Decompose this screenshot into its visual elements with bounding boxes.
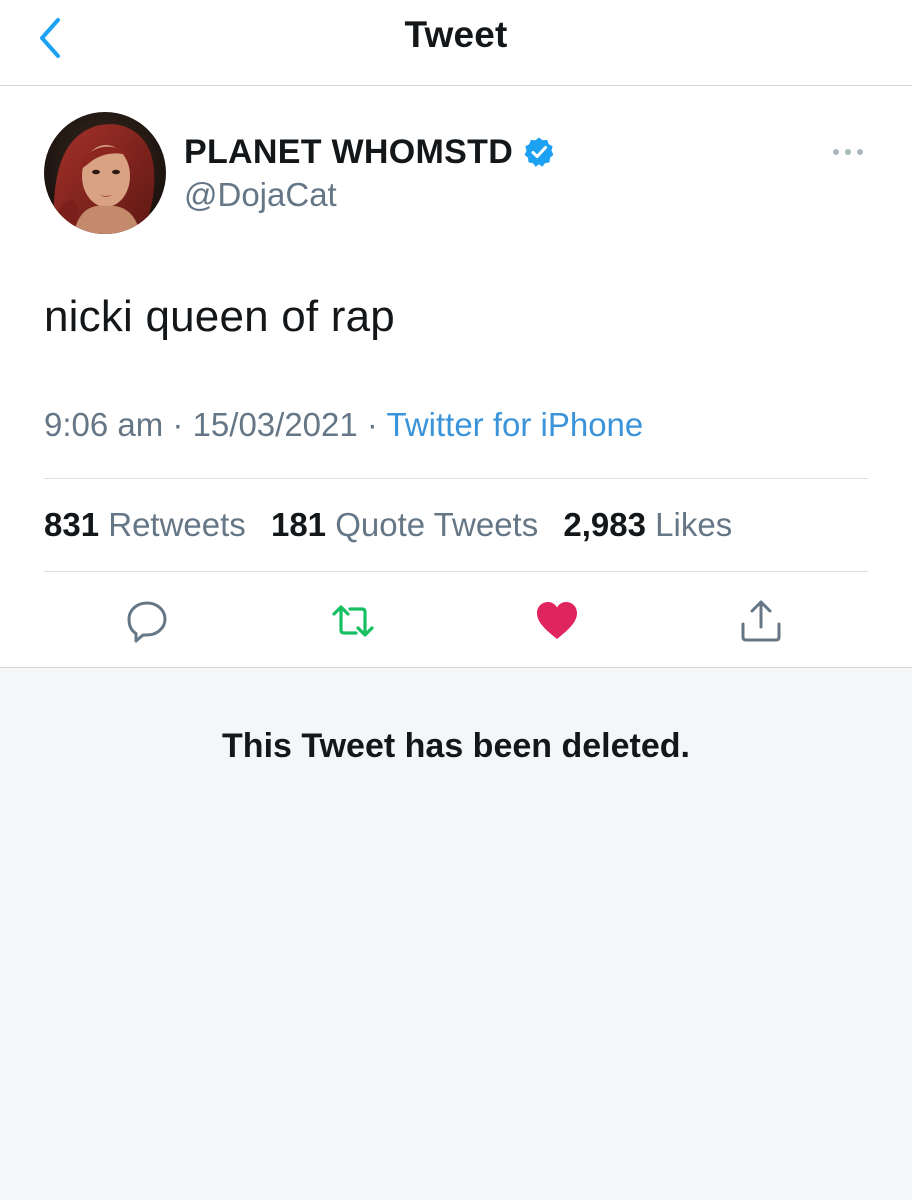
avatar-photo [44,112,166,234]
tweet-time: 9:06 am [44,406,164,443]
author-display-name: PLANET WHOMSTD [184,132,514,171]
tweet-metadata: 9:06 am · 15/03/2021 · Twitter for iPhon… [44,406,643,444]
tweet-date: 15/03/2021 [192,406,358,443]
meta-separator: · [163,406,193,443]
meta-separator: · [357,406,387,443]
more-dots-icon [833,149,863,155]
author-handle[interactable]: @DojaCat [184,176,337,214]
tweet-text: nicki queen of rap [44,292,395,341]
navigation-bar: Tweet [0,0,912,86]
likes-label: Likes [655,506,733,543]
share-icon [741,600,781,642]
retweets-label: Retweets [108,506,246,543]
likes-stat[interactable]: 2,983 Likes [563,506,732,543]
quote-tweets-count: 181 [270,506,327,543]
tweet-source-link[interactable]: Twitter for iPhone [386,406,643,443]
quote-tweets-stat[interactable]: 181 Quote Tweets [271,506,538,543]
divider [44,571,868,572]
share-button[interactable] [738,598,784,644]
retweets-stat[interactable]: 831 Retweets [44,506,246,543]
deleted-tweet-notice: This Tweet has been deleted. [222,727,690,765]
heart-icon [537,602,577,639]
retweet-button[interactable] [330,598,376,644]
engagement-stats: 831 Retweets 181 Quote Tweets 2,983 Like… [44,506,748,544]
tweet-detail-screen: Tweet PLANET WHOMSTD @DojaCat nicki quee… [0,0,912,1200]
likes-count: 2,983 [563,506,646,543]
divider [44,478,868,479]
quote-tweets-label: Quote Tweets [335,506,539,543]
reply-icon [127,601,167,643]
reply-button[interactable] [124,598,170,644]
page-title: Tweet [404,14,508,55]
retweet-icon [332,605,374,637]
tweet-card: PLANET WHOMSTD @DojaCat nicki queen of r… [0,86,912,668]
verified-badge-icon [524,137,554,167]
avatar[interactable] [44,112,166,234]
more-options-button[interactable] [830,140,866,164]
retweets-count: 831 [44,506,100,543]
author-name-row[interactable]: PLANET WHOMSTD [184,132,555,172]
like-button[interactable] [534,598,580,644]
